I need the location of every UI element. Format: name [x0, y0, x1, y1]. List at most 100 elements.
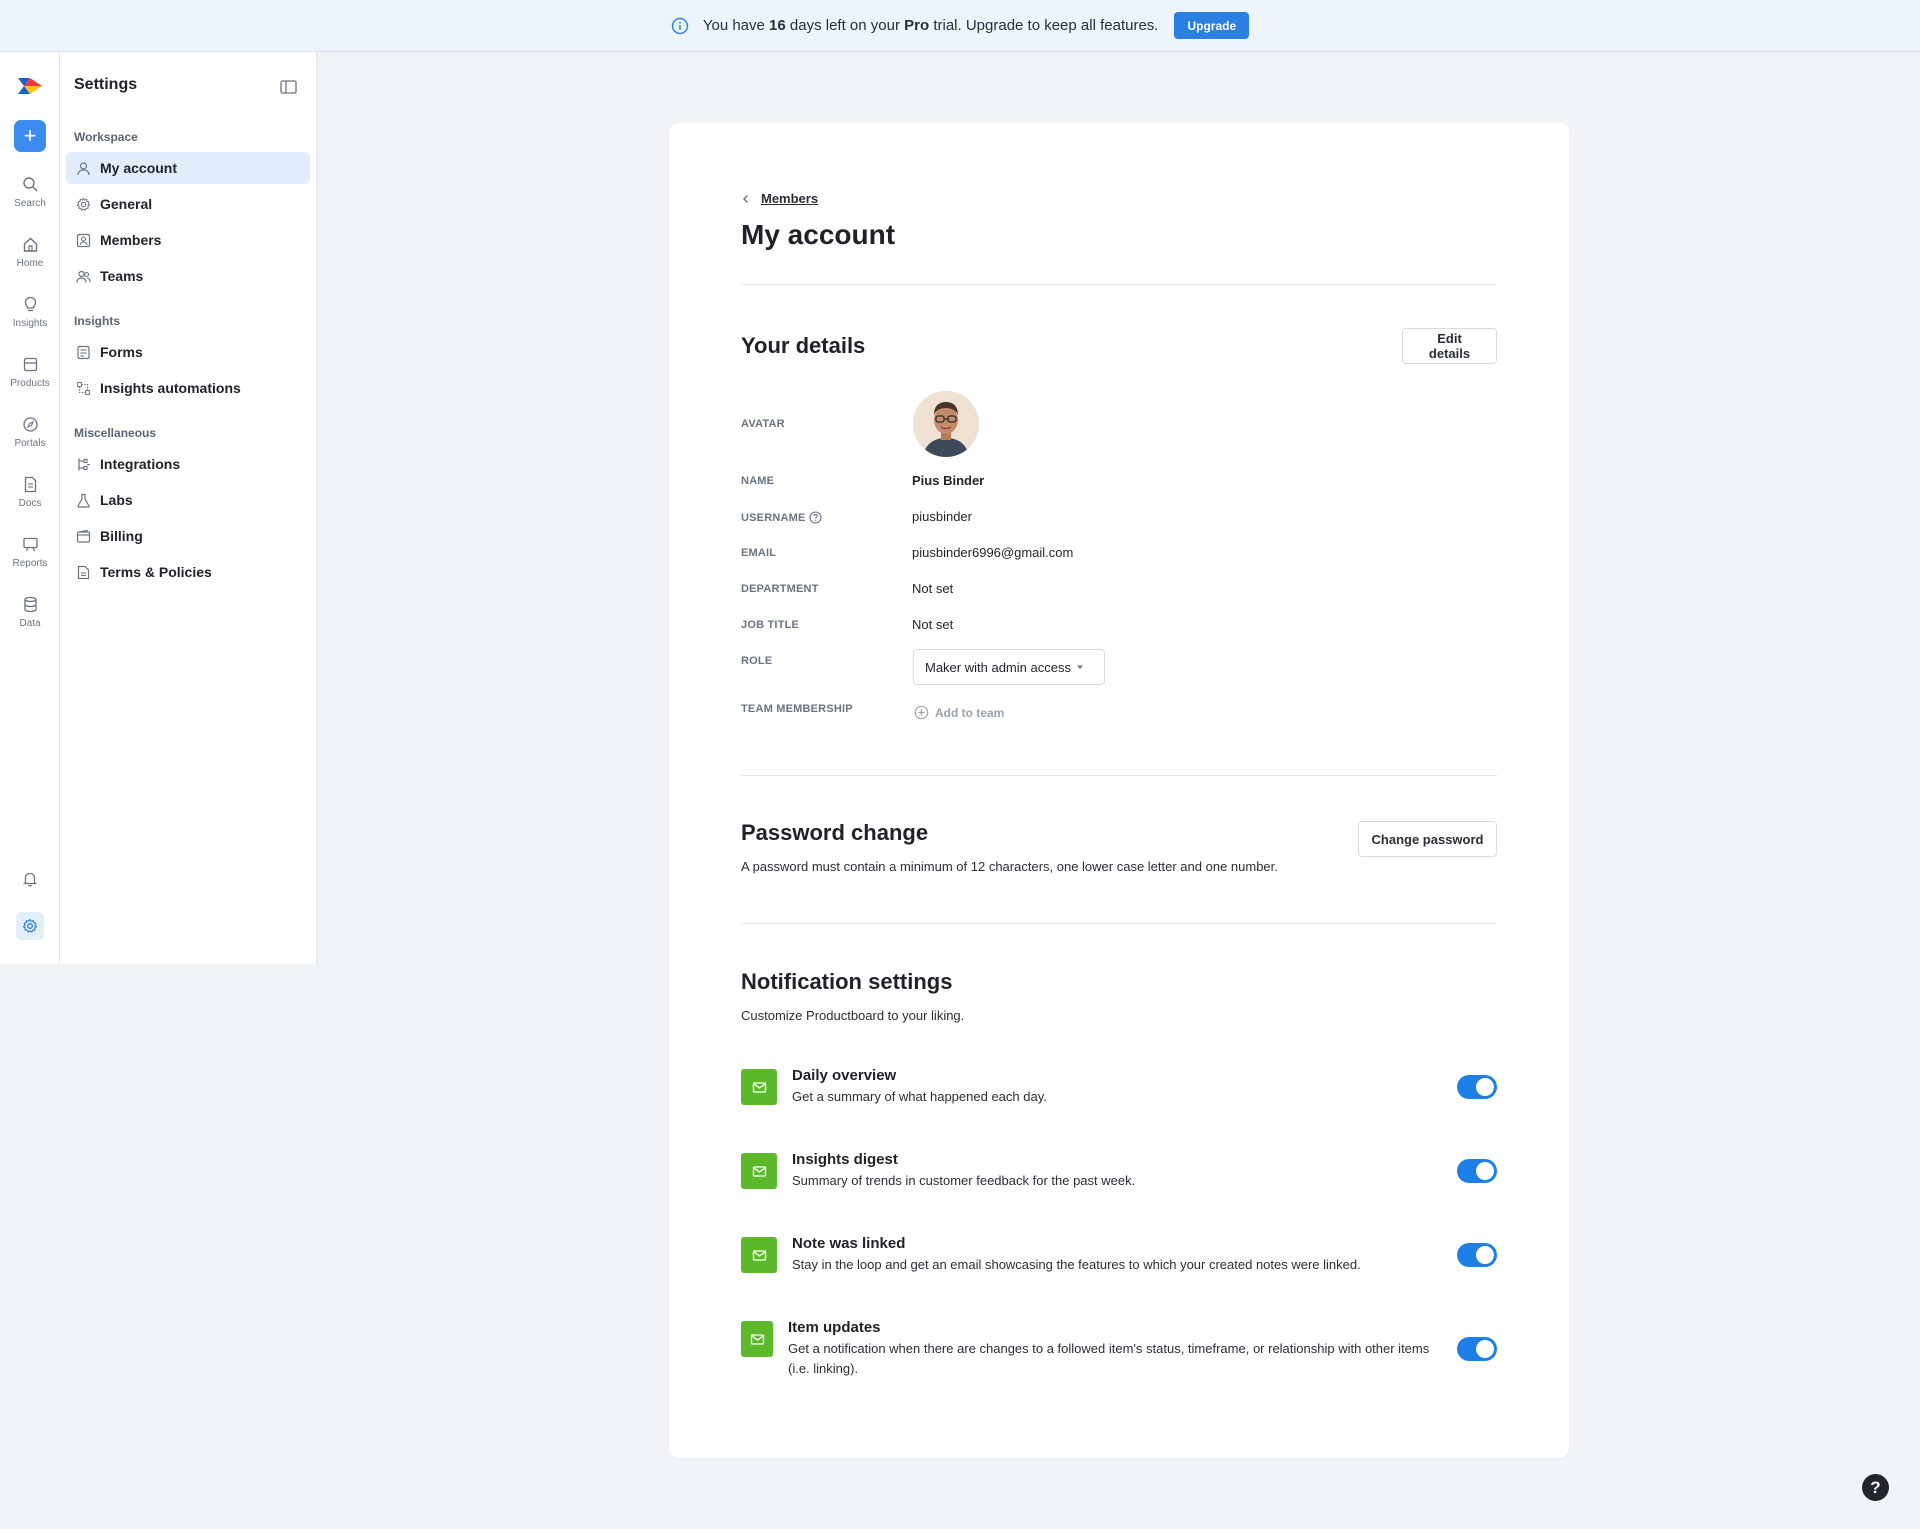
- sidebar-item-integrations[interactable]: Integrations: [66, 448, 310, 480]
- help-button[interactable]: ?: [1862, 1474, 1889, 1501]
- avatar[interactable]: [913, 391, 979, 457]
- change-password-button[interactable]: Change password: [1358, 821, 1497, 857]
- rail-item-data[interactable]: Data: [0, 596, 60, 629]
- rail-item-insights[interactable]: Insights: [0, 296, 60, 329]
- automation-icon: [76, 381, 91, 395]
- sidebar-item-teams[interactable]: Teams: [66, 260, 310, 292]
- sidebar-item-members[interactable]: Members: [66, 224, 310, 256]
- username-value: piusbinder: [912, 509, 972, 524]
- home-icon: [23, 237, 37, 252]
- mail-icon: [752, 1249, 766, 1261]
- rail-item-search[interactable]: Search: [0, 176, 60, 209]
- edit-details-button[interactable]: Edit details: [1402, 328, 1497, 364]
- notification-description: Stay in the loop and get an email showca…: [792, 1257, 1361, 1272]
- password-change-heading: Password change: [741, 820, 929, 845]
- notification-email-badge: [741, 1321, 773, 1357]
- chevron-left-icon[interactable]: [741, 194, 751, 204]
- email-value: piusbinder6996@gmail.com: [912, 545, 1074, 560]
- notification-item: Note was linked Stay in the loop and get…: [792, 1235, 1442, 1275]
- page-title: My account: [741, 219, 896, 250]
- search-icon: [22, 177, 37, 192]
- notification-item: Item updates Get a notification when the…: [788, 1319, 1448, 1379]
- divider: [741, 775, 1497, 776]
- breadcrumb: Members: [741, 191, 818, 206]
- breadcrumb-members-link[interactable]: Members: [761, 191, 818, 206]
- wallet-icon: [76, 529, 91, 543]
- name-label: NAME: [741, 475, 775, 487]
- name-value: Pius Binder: [912, 473, 985, 488]
- upgrade-button[interactable]: Upgrade: [1174, 12, 1250, 39]
- notification-title: Insights digest: [792, 1151, 898, 1168]
- insights-digest-toggle[interactable]: [1457, 1159, 1497, 1183]
- your-details-heading: Your details: [741, 333, 866, 358]
- role-select[interactable]: Maker with admin access: [913, 649, 1105, 685]
- banner-text: You have 16 days left on your Pro trial.…: [702, 17, 1159, 34]
- gear-icon: [76, 197, 91, 211]
- sidebar-item-terms-policies[interactable]: Terms & Policies: [66, 556, 310, 588]
- notification-description: Summary of trends in customer feedback f…: [792, 1173, 1136, 1188]
- mail-icon: [752, 1081, 766, 1093]
- team-icon: [76, 270, 91, 283]
- integrations-icon: [78, 458, 90, 470]
- collapse-sidebar-icon[interactable]: [280, 80, 297, 94]
- rail-item-docs[interactable]: Docs: [0, 476, 60, 509]
- sidebar-item-my-account[interactable]: My account: [66, 152, 310, 184]
- notification-item: Insights digest Summary of trends in cus…: [792, 1151, 1432, 1191]
- lightbulb-icon: [24, 296, 36, 312]
- presentation-icon: [22, 537, 38, 552]
- form-icon: [77, 345, 90, 359]
- avatar-label: AVATAR: [741, 418, 785, 430]
- productboard-logo-icon[interactable]: [16, 74, 44, 98]
- add-to-team-button[interactable]: Add to team: [914, 705, 1004, 720]
- notification-title: Item updates: [788, 1319, 881, 1336]
- password-requirements: A password must contain a minimum of 12 …: [741, 859, 1278, 874]
- notification-settings-description: Customize Productboard to your liking.: [741, 1008, 965, 1023]
- products-icon: [23, 357, 37, 372]
- sidebar-item-billing[interactable]: Billing: [66, 520, 310, 552]
- create-plus-button[interactable]: +: [14, 120, 46, 152]
- add-circle-icon: [914, 705, 929, 720]
- gear-icon: [22, 918, 38, 933]
- settings-title: Settings: [74, 76, 138, 93]
- group-label-workspace: Workspace: [74, 130, 138, 144]
- database-icon: [23, 596, 37, 613]
- caret-down-icon: [1076, 665, 1083, 669]
- notification-email-badge: [741, 1153, 777, 1189]
- app-rail: + Search Home Insights Products Portals …: [0, 52, 60, 964]
- avatar-photo: [913, 391, 979, 457]
- username-label: USERNAME: [741, 511, 822, 524]
- notification-email-badge: [741, 1069, 777, 1105]
- rail-item-reports[interactable]: Reports: [0, 536, 60, 569]
- doc-icon: [24, 476, 36, 493]
- item-updates-toggle[interactable]: [1457, 1337, 1497, 1361]
- trial-banner: You have 16 days left on your Pro trial.…: [0, 0, 1920, 52]
- group-label-miscellaneous: Miscellaneous: [74, 426, 157, 440]
- sidebar-item-insights-automations[interactable]: Insights automations: [66, 372, 310, 404]
- email-label: EMAIL: [741, 547, 777, 559]
- sidebar-item-general[interactable]: General: [66, 188, 310, 220]
- rail-item-portals[interactable]: Portals: [0, 416, 60, 449]
- rail-item-products[interactable]: Products: [0, 356, 60, 389]
- notification-description: Get a notification when there are change…: [788, 1341, 1430, 1376]
- team-membership-label: TEAM MEMBERSHIP: [741, 703, 853, 715]
- rail-item-home[interactable]: Home: [0, 236, 60, 269]
- daily-overview-toggle[interactable]: [1457, 1075, 1497, 1099]
- info-icon: [671, 17, 689, 34]
- job-title-label: JOB TITLE: [741, 619, 800, 631]
- compass-icon: [22, 417, 38, 432]
- help-circle-icon[interactable]: [809, 511, 822, 524]
- notification-description: Get a summary of what happened each day.: [792, 1089, 1047, 1104]
- settings-sidebar: Settings Workspace My account General Me…: [60, 52, 317, 964]
- mail-icon: [750, 1333, 764, 1345]
- department-label: DEPARTMENT: [741, 583, 819, 595]
- user-icon: [77, 161, 90, 175]
- mail-icon: [752, 1165, 766, 1177]
- sidebar-item-forms[interactable]: Forms: [66, 336, 310, 368]
- flask-icon: [77, 493, 90, 508]
- bell-icon[interactable]: [21, 870, 39, 888]
- notification-title: Note was linked: [792, 1235, 906, 1252]
- sidebar-item-labs[interactable]: Labs: [66, 484, 310, 516]
- settings-gear-button[interactable]: [16, 912, 44, 940]
- role-label: ROLE: [741, 655, 773, 667]
- note-was-linked-toggle[interactable]: [1457, 1243, 1497, 1267]
